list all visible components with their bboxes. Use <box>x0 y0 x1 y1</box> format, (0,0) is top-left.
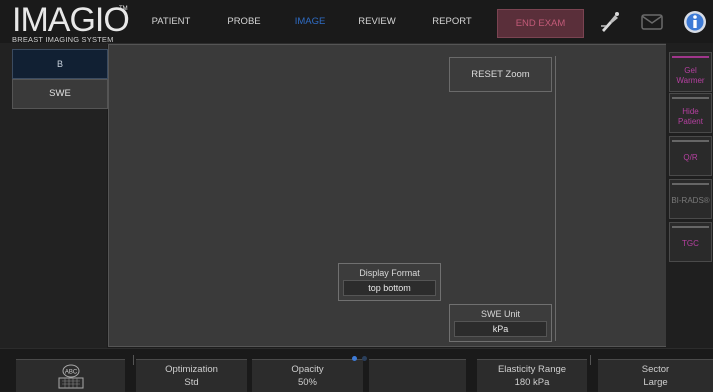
mode-panel: B SWE <box>0 43 108 348</box>
bi-rads-button[interactable]: BI-RADS® <box>669 179 712 219</box>
elasticity-range-label: Elasticity Range <box>497 364 567 375</box>
keyboard-icon: ABC <box>58 364 84 389</box>
logo-tm: TM <box>119 6 128 12</box>
display-format-title: Display Format <box>359 268 420 278</box>
mail-icon[interactable] <box>640 10 664 34</box>
indicator-bar <box>672 56 709 58</box>
mode-swe-button[interactable]: SWE <box>12 79 108 109</box>
sector-control[interactable]: Sector Large <box>598 359 713 392</box>
top-bar: IMAGIO TM BREAST IMAGING SYSTEM PATIENT … <box>0 0 713 44</box>
empty-control-slot <box>369 359 466 392</box>
mode-b-button[interactable]: B <box>12 49 108 79</box>
gel-warmer-label: Gel Warmer <box>676 66 705 85</box>
hide-patient-button[interactable]: Hide Patient <box>669 93 712 133</box>
opacity-control[interactable]: Opacity 50% <box>252 359 363 392</box>
optimization-control[interactable]: Optimization Std <box>136 359 247 392</box>
sector-label: Sector <box>641 364 670 375</box>
keyboard-abc-text: ABC <box>65 370 78 376</box>
end-exam-button[interactable]: END EXAM <box>497 9 584 38</box>
nav-patient[interactable]: PATIENT <box>150 0 192 43</box>
tgc-button[interactable]: TGC <box>669 222 712 262</box>
keyboard-button[interactable]: ABC <box>16 359 125 392</box>
display-format-control[interactable]: Display Format top bottom <box>338 263 441 301</box>
opacity-label: Opacity <box>291 364 324 375</box>
bottom-separator <box>133 355 134 365</box>
optimization-value: Std <box>184 377 199 388</box>
indicator-bar <box>672 97 709 99</box>
swe-unit-title: SWE Unit <box>480 309 520 319</box>
qr-button[interactable]: Q/R <box>669 136 712 176</box>
tgc-label: TGC <box>682 239 699 248</box>
indicator-bar <box>672 140 709 142</box>
info-icon[interactable] <box>683 10 707 34</box>
probe-wand-icon[interactable] <box>598 10 622 34</box>
indicator-bar <box>672 226 709 228</box>
logo-main-text: IMAGIO <box>12 1 130 39</box>
indicator-bar <box>672 183 709 185</box>
swe-unit-control[interactable]: SWE Unit kPa <box>449 304 552 342</box>
optimization-label: Optimization <box>165 364 218 375</box>
nav-report[interactable]: REPORT <box>428 0 476 43</box>
image-divider <box>555 56 556 341</box>
imagio-logo: IMAGIO TM BREAST IMAGING SYSTEM <box>12 1 130 44</box>
page-indicator[interactable] <box>362 356 367 361</box>
nav-review[interactable]: REVIEW <box>355 0 399 43</box>
elasticity-range-control[interactable]: Elasticity Range 180 kPa <box>477 359 587 392</box>
opacity-value: 50% <box>297 377 317 388</box>
bottom-separator <box>590 355 591 365</box>
image-area <box>108 44 667 347</box>
elasticity-range-value: 180 kPa <box>514 377 550 388</box>
right-panel: Gel Warmer Hide Patient Q/R BI-RADS® TGC <box>666 43 713 348</box>
nav-image[interactable]: IMAGE <box>289 0 331 43</box>
swe-unit-value[interactable]: kPa <box>454 321 547 337</box>
bi-rads-label: BI-RADS® <box>671 196 710 205</box>
page-indicator-active[interactable] <box>352 356 357 361</box>
reset-zoom-button[interactable]: RESET Zoom <box>449 57 552 92</box>
gel-warmer-button[interactable]: Gel Warmer <box>669 52 712 92</box>
bottom-bar: ABC Optimization Std Opacity 50% Elastic… <box>0 348 713 392</box>
sector-value: Large <box>643 377 668 388</box>
display-format-value[interactable]: top bottom <box>343 280 436 296</box>
qr-label: Q/R <box>683 153 698 162</box>
nav-probe[interactable]: PROBE <box>223 0 265 43</box>
hide-patient-label: Hide Patient <box>678 107 703 126</box>
